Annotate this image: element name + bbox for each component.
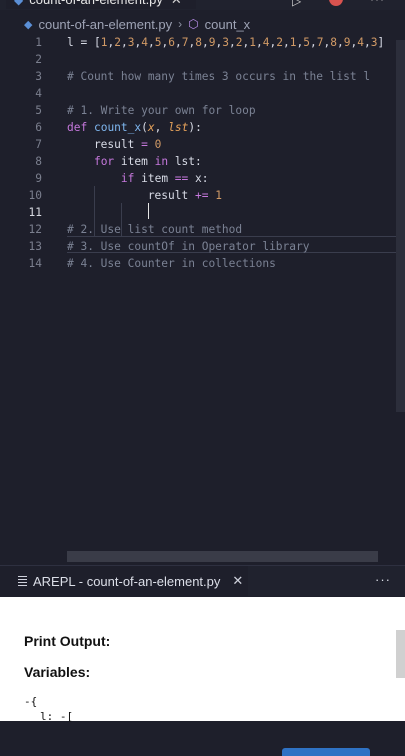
chevron-right-icon: › xyxy=(178,17,183,31)
line-number: 10 xyxy=(28,189,42,202)
line-number: 1 xyxy=(35,36,42,49)
panel-tab-label: AREPL - count-of-an-element.py xyxy=(33,573,221,589)
close-icon[interactable]: ✕ xyxy=(171,0,182,9)
python-icon: ◆ xyxy=(14,0,24,7)
breadcrumb: ◆ count-of-an-element.py › ⬡ count_x xyxy=(24,15,250,33)
code-line: l = [1,2,3,4,5,6,7,8,9,3,2,1,4,2,1,5,7,8… xyxy=(67,36,385,49)
line-number: 3 xyxy=(35,70,42,83)
line-number-current: 11 xyxy=(28,206,42,219)
tab-count-of-an-element[interactable]: ◆ count-of-an-element.py ✕ xyxy=(6,0,196,9)
tab-arepl[interactable]: AREPL - count-of-an-element.py ✕ xyxy=(0,566,248,596)
editor-horizontal-scrollbar[interactable] xyxy=(67,551,378,562)
code-line: # 4. Use Counter in collections xyxy=(67,257,276,270)
function-symbol-icon: ⬡ xyxy=(188,17,199,31)
tab-label: count-of-an-element.py xyxy=(29,0,163,9)
code-line: # 1. Write your own for loop xyxy=(67,104,256,117)
breadcrumb-symbol[interactable]: count_x xyxy=(205,17,251,32)
line-number: 7 xyxy=(35,138,42,151)
line-number: 4 xyxy=(35,87,42,100)
code-line: # 2. Use list count method xyxy=(67,223,243,236)
preview-lines-icon xyxy=(18,574,27,588)
more-actions-icon[interactable]: ··· xyxy=(370,0,385,6)
line-number: 6 xyxy=(35,121,42,134)
code-line: def count_x(x, lst): xyxy=(67,121,202,134)
editor-tab-strip: ◆ count-of-an-element.py ✕ ▷ ··· xyxy=(0,0,405,10)
code-editor[interactable]: 1 l = [1,2,3,4,5,6,7,8,9,3,2,1,4,2,1,5,7,… xyxy=(0,34,405,564)
print-output-heading: Print Output: xyxy=(24,633,111,649)
code-line: # Count how many times 3 occurs in the l… xyxy=(67,70,371,83)
variables-tree-item[interactable]: l: -[ xyxy=(40,710,73,723)
editor-vertical-scrollbar[interactable] xyxy=(396,40,405,412)
line-number: 9 xyxy=(35,172,42,185)
arepl-panel: AREPL - count-of-an-element.py ✕ ··· Pri… xyxy=(0,565,405,756)
run-icon[interactable]: ▷ xyxy=(292,0,301,8)
variables-tree-toggle[interactable]: -{ xyxy=(24,695,37,708)
more-actions-icon[interactable]: ··· xyxy=(375,572,391,587)
arepl-output: Print Output: Variables: -{ l: -[ xyxy=(0,597,405,756)
line-number: 8 xyxy=(35,155,42,168)
close-icon[interactable]: ✕ xyxy=(232,573,243,589)
code-line: result = 0 xyxy=(67,138,162,151)
python-icon: ◆ xyxy=(24,18,33,31)
line-number: 5 xyxy=(35,104,42,117)
line-number: 12 xyxy=(28,223,42,236)
code-line: result += 1 xyxy=(67,189,222,202)
text-caret xyxy=(148,203,149,219)
breadcrumb-file[interactable]: count-of-an-element.py xyxy=(38,17,172,32)
line-number: 14 xyxy=(28,257,42,270)
code-line: # 3. Use countOf in Operator library xyxy=(67,240,310,253)
line-number: 13 xyxy=(28,240,42,253)
code-line: if item == x: xyxy=(120,172,209,185)
code-line: for item in lst: xyxy=(93,155,202,168)
variables-heading: Variables: xyxy=(24,664,91,680)
panel-scrollbar[interactable] xyxy=(396,630,405,678)
action-button[interactable] xyxy=(282,748,370,756)
notification-badge[interactable] xyxy=(329,0,343,6)
line-number: 2 xyxy=(35,53,42,66)
